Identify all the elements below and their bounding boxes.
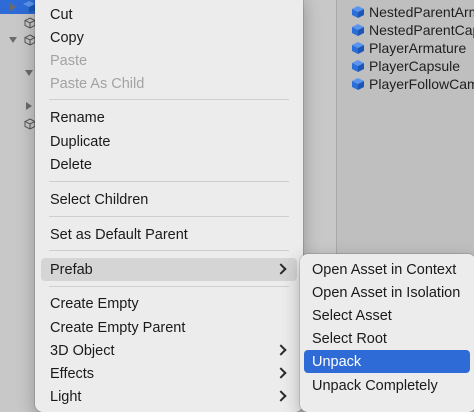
menu-item-label: Paste As Child	[50, 75, 145, 92]
list-item[interactable]: PlayerCapsule	[351, 57, 460, 75]
menu-item-label: Delete	[50, 156, 92, 173]
menu-item-label: Cut	[50, 6, 73, 23]
chevron-right-icon	[275, 344, 287, 356]
menu-item-label: Select Children	[50, 191, 149, 208]
submenu-item-label: Open Asset in Context	[312, 261, 457, 278]
menu-item-duplicate[interactable]: Duplicate	[41, 130, 297, 153]
menu-item-label: Prefab	[50, 261, 93, 278]
menu-item-delete[interactable]: Delete	[41, 153, 297, 176]
context-menu: Cut Copy Paste Paste As Child Rename Dup…	[35, 0, 303, 412]
submenu-item-unpack[interactable]: Unpack	[304, 350, 470, 373]
menu-item-light[interactable]: Light	[41, 385, 297, 408]
submenu-item-label: Open Asset in Isolation	[312, 284, 461, 301]
menu-item-label: Rename	[50, 109, 105, 126]
submenu-item-select-asset[interactable]: Select Asset	[304, 304, 470, 327]
menu-item-create-empty[interactable]: Create Empty	[41, 292, 297, 315]
menu-item-label: Copy	[50, 29, 84, 46]
list-item[interactable]: PlayerArmature	[351, 39, 466, 57]
prefab-cube-icon	[352, 42, 364, 54]
menu-item-label: Effects	[50, 365, 95, 382]
prefab-cube-icon	[352, 78, 364, 90]
submenu-item-label: Select Root	[312, 330, 387, 347]
prefab-cube-icon	[23, 1, 35, 13]
menu-item-select-children[interactable]: Select Children	[41, 188, 297, 211]
menu-item-label: 3D Object	[50, 342, 115, 359]
submenu-item-select-root[interactable]: Select Root	[304, 327, 470, 350]
menu-item-3d-object[interactable]: 3D Object	[41, 339, 297, 362]
menu-item-label: Create Empty	[50, 295, 139, 312]
menu-separator	[49, 250, 289, 251]
prefab-submenu: Open Asset in Context Open Asset in Isol…	[300, 254, 474, 412]
menu-item-effects[interactable]: Effects	[41, 362, 297, 385]
chevron-right-icon	[275, 263, 287, 275]
menu-item-label: Create Empty Parent	[50, 319, 186, 336]
list-item[interactable]: PlayerFollowCam	[351, 75, 474, 93]
submenu-item-label: Unpack Completely	[312, 377, 438, 394]
menu-item-set-default-parent[interactable]: Set as Default Parent	[41, 223, 297, 246]
menu-separator	[49, 181, 289, 182]
submenu-item-open-asset-in-context[interactable]: Open Asset in Context	[304, 258, 470, 281]
menu-item-prefab[interactable]: Prefab	[41, 258, 297, 281]
submenu-item-label: Select Asset	[312, 307, 392, 324]
list-item-label: PlayerFollowCam	[369, 76, 474, 92]
menu-item-create-empty-parent[interactable]: Create Empty Parent	[41, 316, 297, 339]
prefab-cube-icon	[352, 60, 364, 72]
chevron-right-icon	[275, 390, 287, 402]
list-item[interactable]: NestedParentArm	[351, 3, 474, 21]
list-item-label: NestedParentArm	[369, 4, 474, 20]
prefab-cube-icon	[352, 6, 364, 18]
list-item-label: PlayerArmature	[369, 40, 467, 56]
submenu-item-unpack-completely[interactable]: Unpack Completely	[304, 374, 470, 397]
submenu-item-open-asset-in-isolation[interactable]: Open Asset in Isolation	[304, 281, 470, 304]
expand-arrow-icon[interactable]	[10, 3, 16, 11]
menu-separator	[49, 216, 289, 217]
list-item-label: NestedParentCap	[369, 22, 474, 38]
menu-item-label: Light	[50, 388, 82, 405]
submenu-item-label: Unpack	[312, 353, 362, 370]
collapse-arrow-icon[interactable]	[25, 70, 33, 76]
menu-item-label: Duplicate	[50, 133, 111, 150]
menu-item-cut[interactable]: Cut	[41, 3, 297, 26]
menu-item-paste: Paste	[41, 49, 297, 72]
chevron-right-icon	[275, 367, 287, 379]
menu-item-label: Set as Default Parent	[50, 226, 188, 243]
expand-arrow-icon[interactable]	[26, 102, 32, 110]
menu-separator	[49, 286, 289, 287]
list-item[interactable]: NestedParentCap	[351, 21, 474, 39]
menu-separator	[49, 99, 289, 100]
menu-item-copy[interactable]: Copy	[41, 26, 297, 49]
prefab-cube-icon	[352, 24, 364, 36]
menu-item-label: Paste	[50, 52, 88, 69]
menu-item-rename[interactable]: Rename	[41, 106, 297, 129]
menu-item-paste-as-child: Paste As Child	[41, 72, 297, 95]
collapse-arrow-icon[interactable]	[9, 37, 17, 43]
list-item-label: PlayerCapsule	[369, 58, 461, 74]
